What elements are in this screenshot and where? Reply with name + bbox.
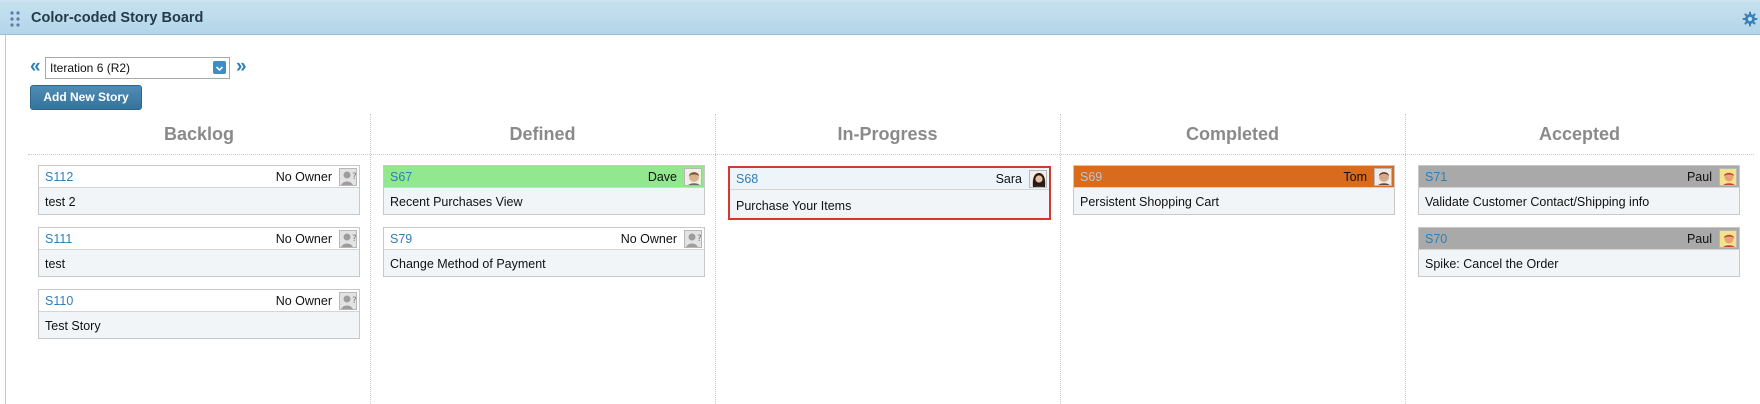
user-avatar-icon [1029,170,1047,188]
svg-text:?: ? [352,234,357,244]
story-name: Validate Customer Contact/Shipping info [1425,195,1650,209]
column-header-defined: Defined [509,124,576,144]
user-avatar-icon [1719,230,1737,248]
story-id-link[interactable]: S68 [736,172,758,186]
story-owner: No Owner [275,232,332,246]
story-owner: No Owner [275,294,332,308]
column-divider [1060,114,1061,404]
card-header: S70 Paul [1419,228,1739,250]
story-name: test [45,257,66,271]
story-owner: Sara [995,172,1022,186]
column-header-accepted: Accepted [1538,124,1621,144]
user-avatar-icon [1374,168,1392,186]
no-owner-icon: ? [339,168,357,186]
story-owner: Paul [1686,170,1712,184]
story-card[interactable]: S79 No Owner ? Change Method of Payment [383,227,705,277]
card-header: S68 Sara [730,168,1049,190]
card-header: S110 No Owner ? [39,290,359,312]
story-owner: No Owner [620,232,677,246]
story-id-link[interactable]: S79 [390,232,412,246]
user-avatar-icon [1719,168,1737,186]
titlebar: Color-coded Story Board [0,0,1760,35]
story-card[interactable]: S112 No Owner ? test 2 [38,165,360,215]
column-header-in-progress: In-Progress [837,124,938,144]
story-owner: Paul [1686,232,1712,246]
iteration-select[interactable]: Iteration 6 (R2) [45,57,230,79]
header-divider [28,154,1754,155]
column-divider [715,114,716,404]
dropdown-icon[interactable] [213,61,226,74]
column-header-backlog: Backlog [163,124,235,144]
page-title: Color-coded Story Board [31,10,204,26]
story-id-link[interactable]: S69 [1080,170,1102,184]
svg-text:?: ? [352,172,357,182]
story-id-link[interactable]: S70 [1425,232,1447,246]
story-id-link[interactable]: S111 [45,232,72,246]
story-name: Purchase Your Items [736,199,852,213]
next-iteration-button[interactable]: » [236,57,247,77]
column-header-completed: Completed [1185,124,1279,144]
story-owner: Dave [647,170,677,184]
grip-icon[interactable] [9,10,21,28]
add-new-story-button[interactable]: Add New Story [30,85,142,110]
story-card[interactable]: S69 Tom Persistent Shopping Cart [1073,165,1395,215]
story-name: test 2 [45,195,76,209]
story-name: Recent Purchases View [390,195,523,209]
card-header: S71 Paul [1419,166,1739,188]
story-name: Persistent Shopping Cart [1080,195,1219,209]
story-card[interactable]: S110 No Owner ? Test Story [38,289,360,339]
story-name: Change Method of Payment [390,257,546,271]
column-divider [1405,114,1406,404]
story-owner: Tom [1343,170,1367,184]
card-header: S112 No Owner ? [39,166,359,188]
story-card[interactable]: S71 Paul Validate Customer Contact/Shipp… [1418,165,1740,215]
story-card-selected[interactable]: S68 Sara Purchase Your Items [728,166,1051,220]
story-id-link[interactable]: S71 [1425,170,1447,184]
gear-icon[interactable] [1742,11,1758,27]
no-owner-icon: ? [684,230,702,248]
previous-iteration-button[interactable]: « [30,57,41,77]
svg-text:?: ? [697,234,702,244]
no-owner-icon: ? [339,230,357,248]
story-owner: No Owner [275,170,332,184]
story-card[interactable]: S111 No Owner ? test [38,227,360,277]
card-header: S67 Dave [384,166,704,188]
column-divider [370,114,371,404]
story-id-link[interactable]: S110 [45,294,73,308]
svg-text:?: ? [352,296,357,306]
card-header: S111 No Owner ? [39,228,359,250]
card-header: S79 No Owner ? [384,228,704,250]
story-card[interactable]: S67 Dave Recent Purchases View [383,165,705,215]
user-avatar-icon [684,168,702,186]
story-card[interactable]: S70 Paul Spike: Cancel the Order [1418,227,1740,277]
story-id-link[interactable]: S67 [390,170,412,184]
story-id-link[interactable]: S112 [45,170,73,184]
iteration-select-value: Iteration 6 (R2) [50,61,131,75]
story-name: Spike: Cancel the Order [1425,257,1559,271]
story-name: Test Story [45,319,101,333]
card-header: S69 Tom [1074,166,1394,188]
no-owner-icon: ? [339,292,357,310]
